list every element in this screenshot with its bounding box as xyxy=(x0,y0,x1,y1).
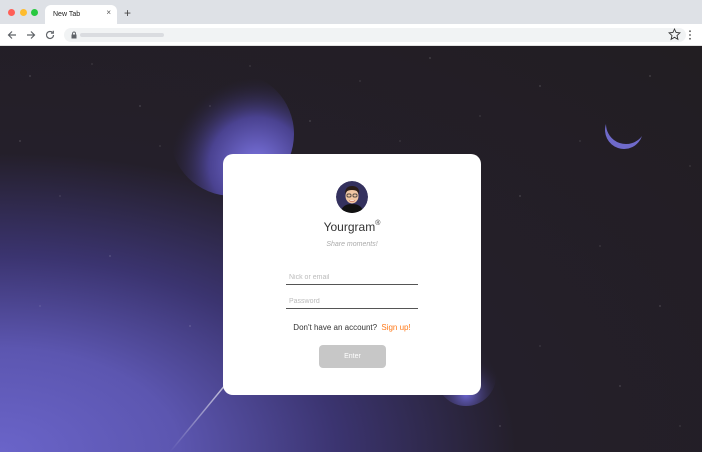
bookmark-star-icon[interactable] xyxy=(668,28,681,41)
back-arrow-icon[interactable] xyxy=(6,29,18,41)
light-beam-shape xyxy=(169,383,227,452)
lock-icon xyxy=(71,31,77,39)
maximize-window-button[interactable] xyxy=(31,9,38,16)
browser-toolbar xyxy=(0,24,702,46)
tab-close-icon[interactable]: × xyxy=(106,9,111,17)
page-background: Yourgram® Share moments! Don't have an a… xyxy=(0,46,702,452)
password-input[interactable] xyxy=(286,295,418,309)
registered-mark: ® xyxy=(375,220,381,227)
tagline: Share moments! xyxy=(326,241,378,248)
minimize-window-button[interactable] xyxy=(20,9,27,16)
signup-row: Don't have an account? Sign up! xyxy=(223,323,481,332)
url-text xyxy=(80,33,164,37)
new-tab-button[interactable]: + xyxy=(124,7,131,19)
small-crescent-shape xyxy=(605,124,642,149)
signup-link[interactable]: Sign up! xyxy=(381,323,410,332)
login-card: Yourgram® Share moments! Don't have an a… xyxy=(223,154,481,395)
forward-arrow-icon[interactable] xyxy=(25,29,37,41)
tab-title: New Tab xyxy=(53,11,81,18)
nick-or-email-input[interactable] xyxy=(286,271,418,285)
close-window-button[interactable] xyxy=(8,9,15,16)
enter-button[interactable]: Enter xyxy=(319,345,386,368)
browser-tab-bar: New Tab × + xyxy=(0,0,702,24)
browser-tab[interactable]: New Tab × xyxy=(45,5,117,24)
signup-prompt: Don't have an account? xyxy=(293,323,378,332)
brand-name: Yourgram xyxy=(323,220,376,234)
avatar-illustration xyxy=(336,181,368,213)
browser-menu-icon[interactable] xyxy=(688,30,692,40)
avatar xyxy=(336,181,368,213)
brand-title: Yourgram® xyxy=(223,220,481,234)
reload-icon[interactable] xyxy=(44,29,56,41)
address-bar[interactable] xyxy=(64,28,686,42)
